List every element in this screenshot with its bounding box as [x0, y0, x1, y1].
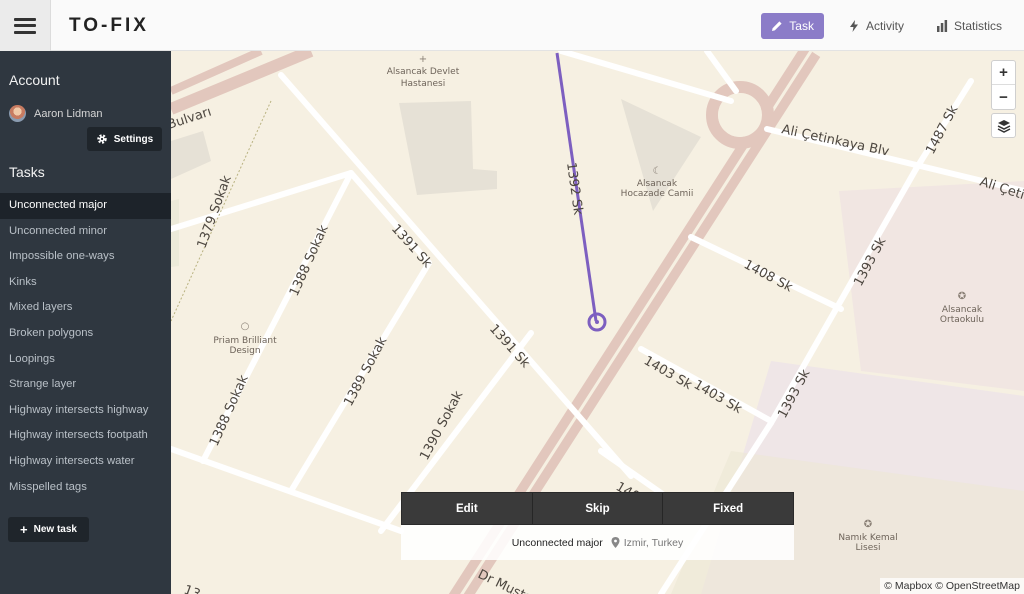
nav-task-label: Task	[789, 18, 814, 33]
mosque-icon: ☾	[653, 166, 662, 177]
gear-icon	[97, 134, 107, 144]
zoom-in-button[interactable]: +	[992, 61, 1015, 85]
task-item-misspelled-tags[interactable]: Misspelled tags	[0, 475, 171, 501]
nav-task[interactable]: Task	[761, 12, 824, 39]
location: Izmir, Turkey	[611, 536, 684, 549]
layers-icon	[997, 119, 1010, 133]
avatar	[9, 105, 26, 122]
nav-activity-label: Activity	[865, 18, 904, 33]
location-label: Izmir, Turkey	[623, 536, 684, 549]
new-task-button[interactable]: + New task	[8, 517, 89, 542]
nav-statistics[interactable]: Statistics	[926, 13, 1012, 39]
edit-button[interactable]: Edit	[402, 493, 532, 524]
street-1393-a: 1393 Sk	[851, 235, 889, 289]
app-header: TO-FIX Task Activity Statistics	[0, 0, 1024, 51]
task-action-bar: Edit Skip Fixed	[401, 492, 794, 525]
street-1408: 1408 Sk	[741, 257, 795, 295]
street-ali-cetinkaya-2: Ali Çetin	[978, 175, 1024, 206]
settings-label: Settings	[113, 133, 154, 145]
plus-icon: +	[20, 521, 28, 537]
street-ali-cetinkaya: Ali Çetinkaya Blv	[780, 122, 891, 160]
hospital-label: Alsancak Devlet	[387, 67, 460, 77]
task-item-kinks[interactable]: Kinks	[0, 270, 171, 296]
settings-button[interactable]: Settings	[87, 127, 162, 151]
map-canvas[interactable]: Alsancak Devlet Hastanesi Alsancak Hocaz…	[171, 51, 1024, 594]
task-item-loopings[interactable]: Loopings	[0, 347, 171, 373]
school-label: Alsancak	[942, 305, 983, 315]
school-b-label-2: Lisesi	[856, 543, 881, 553]
pencil-icon	[772, 20, 782, 31]
error-type: Unconnected major	[511, 536, 603, 549]
zoom-out-button[interactable]: −	[992, 85, 1015, 109]
design-label: Priam Brilliant	[213, 336, 277, 346]
school-icon: ✪	[958, 291, 966, 302]
street-1403-a: 1403 Sk	[641, 353, 695, 393]
map-attribution[interactable]: © Mapbox © OpenStreetMap	[880, 578, 1024, 594]
bar-chart-icon	[936, 19, 948, 32]
map-pin-icon	[611, 537, 620, 548]
new-task-label: New task	[33, 524, 77, 535]
user-profile[interactable]: Aaron Lidman	[9, 105, 103, 122]
street-1390: 1390 Sokak	[417, 388, 466, 463]
top-nav: Task Activity Statistics	[761, 0, 1024, 51]
school-b-icon: ✪	[864, 519, 872, 530]
street-1391-a: 1391 Sk	[388, 222, 435, 272]
mosque-label: Alsancak	[637, 179, 678, 189]
lightning-icon	[849, 19, 858, 32]
task-item-highway-intersects-footpath[interactable]: Highway intersects footpath	[0, 423, 171, 449]
task-item-highway-intersects-water[interactable]: Highway intersects water	[0, 449, 171, 475]
street-13: 13	[182, 583, 203, 594]
hamburger-icon	[14, 17, 36, 34]
task-list: Unconnected major Unconnected minor Impo…	[0, 193, 171, 500]
street-1389: 1389 Sokak	[341, 334, 390, 409]
nav-activity[interactable]: Activity	[838, 13, 914, 39]
mosque-label-2: Hocazade Camii	[621, 189, 694, 199]
poi-dot-icon: ○	[241, 321, 250, 332]
school-label-2: Ortaokulu	[940, 315, 984, 325]
task-item-unconnected-major[interactable]: Unconnected major	[0, 193, 171, 219]
task-info: Unconnected major Izmir, Turkey	[401, 525, 794, 560]
tasks-heading: Tasks	[9, 164, 45, 180]
zoom-control: + −	[991, 60, 1016, 110]
hospital-label-2: Hastanesi	[401, 79, 445, 89]
task-item-strange-layer[interactable]: Strange layer	[0, 372, 171, 398]
street-1388-b: 1388 Sokak	[207, 372, 252, 448]
design-label-2: Design	[229, 346, 260, 356]
task-item-mixed-layers[interactable]: Mixed layers	[0, 295, 171, 321]
task-item-unconnected-minor[interactable]: Unconnected minor	[0, 219, 171, 245]
street-1393-b: 1393 Sk	[775, 367, 813, 421]
menu-button[interactable]	[0, 0, 51, 51]
street-1392: 1392 Sk	[563, 161, 585, 216]
street-1388-a: 1388 Sokak	[287, 222, 332, 298]
task-item-broken-polygons[interactable]: Broken polygons	[0, 321, 171, 347]
street-1379: 1379 Sokak	[195, 173, 235, 250]
skip-button[interactable]: Skip	[531, 493, 663, 524]
account-heading: Account	[9, 72, 60, 88]
street-1391-b: 1391 Sk	[486, 322, 533, 372]
hospital-cross-icon: +	[419, 54, 427, 65]
sidebar: Account Aaron Lidman Settings Tasks Unco…	[0, 51, 171, 594]
street-dr-mustafa: Dr Mustafa E	[475, 567, 557, 594]
street-1487: 1487 Sk	[923, 103, 961, 157]
layers-button[interactable]	[991, 113, 1016, 138]
school-b-label: Namık Kemal	[838, 533, 897, 543]
nav-statistics-label: Statistics	[953, 18, 1002, 33]
task-item-impossible-one-ways[interactable]: Impossible one-ways	[0, 244, 171, 270]
street-1403-b: 1403 Sk	[691, 377, 745, 417]
fixed-button[interactable]: Fixed	[662, 493, 793, 524]
app-logo: TO-FIX	[69, 15, 149, 36]
street-bulvari: Bulvarı	[171, 105, 213, 133]
user-name: Aaron Lidman	[34, 107, 103, 120]
task-item-highway-intersects-highway[interactable]: Highway intersects highway	[0, 398, 171, 424]
